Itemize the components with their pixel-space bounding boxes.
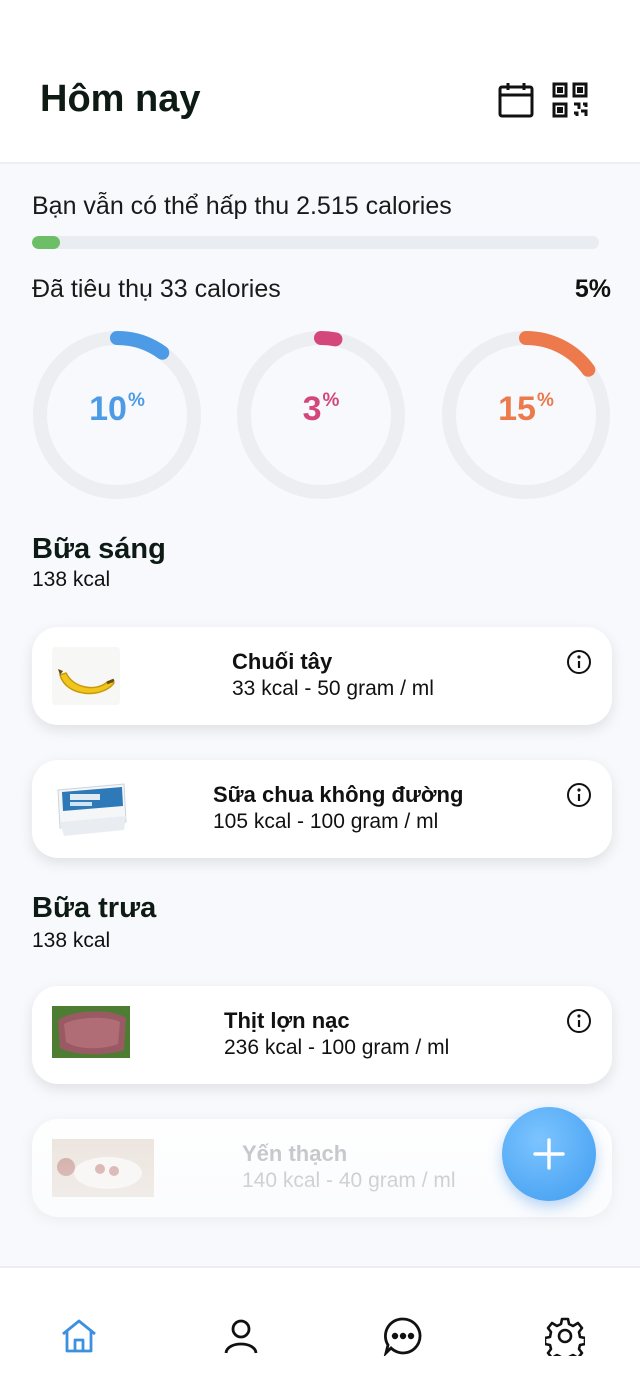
plus-icon [533, 1138, 565, 1170]
ring-value: 10 [89, 390, 127, 428]
ring-label: 10% [32, 390, 202, 429]
food-detail: 105 kcal - 100 gram / ml [213, 810, 439, 833]
info-icon[interactable] [566, 1008, 592, 1034]
food-detail: 33 kcal - 50 gram / ml [232, 677, 434, 700]
consumed-calories-text: Đã tiêu thụ 33 calories [32, 275, 281, 303]
food-name: Chuối tây [232, 649, 333, 674]
profile-icon[interactable] [221, 1316, 261, 1356]
home-icon[interactable] [59, 1316, 99, 1356]
calorie-progress-bar [32, 236, 599, 249]
meal-kcal-breakfast: 138 kcal [32, 568, 111, 591]
meal-kcal-lunch: 138 kcal [32, 929, 111, 952]
nutrient-ring-1: 10% [32, 330, 202, 500]
bird-nest-image [52, 1139, 154, 1197]
ring-unit: % [322, 390, 340, 411]
ring-unit: % [536, 390, 554, 411]
ring-label: 15% [441, 390, 611, 429]
ring-value: 15 [498, 390, 536, 428]
food-name: Sữa chua không đường [213, 782, 464, 807]
consumed-percent: 5% [574, 275, 611, 303]
settings-icon[interactable] [543, 1316, 587, 1364]
nutrient-ring-3: 15% [441, 330, 611, 500]
info-icon[interactable] [566, 649, 592, 675]
food-card-pork[interactable]: Thịt lợn nạc 236 kcal - 100 gram / ml [32, 986, 612, 1084]
app-header: Hôm nay [0, 0, 640, 164]
ring-value: 3 [302, 390, 322, 428]
banana-image [52, 647, 120, 705]
chat-icon[interactable] [383, 1316, 423, 1358]
ring-unit: % [127, 390, 145, 411]
meal-title-lunch: Bữa trưa [32, 892, 157, 924]
meal-title-breakfast: Bữa sáng [32, 533, 166, 565]
food-detail: 140 kcal - 40 gram / ml [242, 1169, 456, 1192]
food-card-banana[interactable]: Chuối tây 33 kcal - 50 gram / ml [32, 627, 612, 725]
pork-image [52, 1006, 130, 1058]
food-name: Thịt lợn nạc [224, 1008, 350, 1033]
info-icon[interactable] [566, 782, 592, 808]
food-detail: 236 kcal - 100 gram / ml [224, 1036, 450, 1059]
qr-code-icon[interactable] [550, 80, 590, 120]
remaining-calories-text: Bạn vẫn có thể hấp thu 2.515 calories [32, 192, 452, 220]
food-name: Yến thạch [242, 1141, 348, 1166]
page-title: Hôm nay [40, 78, 201, 120]
yogurt-image [52, 778, 130, 840]
calorie-progress-fill [32, 236, 61, 249]
calendar-icon[interactable] [496, 80, 536, 120]
food-card-yogurt[interactable]: Sữa chua không đường 105 kcal - 100 gram… [32, 760, 612, 858]
add-food-button[interactable] [502, 1107, 596, 1201]
bottom-nav [0, 1266, 640, 1398]
ring-label: 3% [236, 390, 406, 429]
nutrient-ring-2: 3% [236, 330, 406, 500]
